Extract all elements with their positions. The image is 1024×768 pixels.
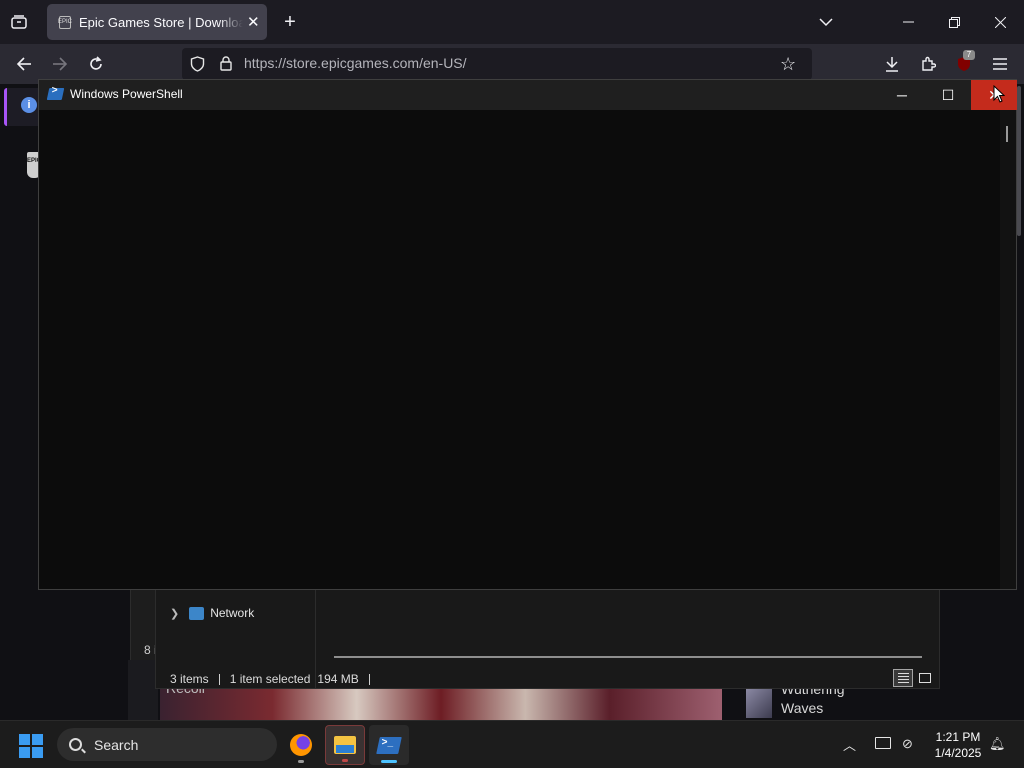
start-windows-icon[interactable] [19,734,43,758]
show-hidden-icons-chevron-icon[interactable]: ︿ [843,735,856,754]
notification-bell-icon[interactable]: 🔔︎ [989,736,1006,751]
scrollbar-thumb[interactable] [1006,126,1008,142]
network-status-icon[interactable]: ⊘ [902,736,918,752]
info-icon: i [21,97,37,113]
extensions-puzzle-icon[interactable] [918,54,938,74]
status-selected: 1 item selected [229,672,311,686]
tab-epic-games-store[interactable]: EPIC Epic Games Store | Download & Play … [47,4,267,40]
tab-title: Epic Games Store | Download & Play PC Ga… [79,14,243,30]
console-area[interactable] [39,110,1016,589]
browser-navigation-bar: https://store.epicgames.com/en-US/ ☆ [0,44,1024,84]
app-menu-hamburger-icon[interactable] [990,54,1010,74]
epic-favicon-icon: EPIC [58,15,72,29]
forward-arrow-icon[interactable] [50,54,70,74]
running-indicator [298,760,304,763]
powershell-taskbar-icon [376,736,402,754]
status-separator [368,673,370,685]
active-indicator [381,760,397,763]
list-all-tabs-chevron-icon[interactable] [816,12,836,32]
taskbar-firefox[interactable] [281,725,321,765]
large-icons-view-icon[interactable] [916,669,934,687]
shield-icon[interactable] [190,56,205,77]
window-minimize-button[interactable] [898,12,918,32]
reload-icon[interactable] [86,54,106,74]
window-title: Windows PowerShell [70,87,183,101]
address-bar[interactable]: https://store.epicgames.com/en-US/ ☆ [182,48,812,80]
taskbar-file-explorer[interactable] [325,725,365,765]
page-scrollbar[interactable] [1017,86,1021,236]
network-icon [189,606,205,620]
lock-icon[interactable] [220,56,232,76]
status-item-count: 3 items [170,672,209,686]
taskbar-powershell[interactable] [369,725,409,765]
window-restore-button[interactable] [944,12,964,32]
tab-list-icon[interactable] [8,12,30,32]
url-text[interactable]: https://store.epicgames.com/en-US/ [244,55,467,71]
details-view-icon[interactable] [893,669,913,687]
clock-time: 1:21 PM [935,730,981,744]
new-tab-button[interactable]: + [280,11,300,33]
explorer-status-bar: 3 items 1 item selected 194 MB [156,668,939,690]
console-scrollbar[interactable] [1000,110,1016,589]
browser-tab-strip: EPIC Epic Games Store | Download & Play … [0,0,1024,44]
powershell-window[interactable]: Windows PowerShell ─ ☐ ✕ [38,79,1017,590]
game-tile-art[interactable] [160,686,722,720]
running-indicator [342,759,348,762]
window-close-button[interactable] [990,12,1010,32]
game-tile-partial[interactable] [128,660,158,720]
ublock-count-badge: 7 [963,50,975,60]
downloads-icon[interactable] [882,54,902,74]
status-separator [218,673,220,685]
wuthering-waves-thumbnail[interactable] [746,688,772,718]
nav-item-network[interactable]: ❯ Network [170,606,254,620]
back-arrow-icon[interactable] [14,54,34,74]
chevron-right-icon[interactable]: ❯ [170,607,179,620]
maximize-button[interactable]: ☐ [925,80,971,110]
clock-date: 1/4/2025 [934,746,982,760]
powershell-icon[interactable] [46,88,65,100]
file-explorer-window: ❯ Network 3 items 1 item selected 194 MB [155,589,940,689]
search-icon [69,738,82,751]
taskbar-search-box[interactable]: Search [57,728,277,761]
explorer-horizontal-scrollbar[interactable] [334,656,922,658]
status-size: 194 MB [317,672,359,686]
tab-close-icon[interactable]: ✕ [247,13,260,31]
mouse-pointer-icon [993,85,1005,103]
firefox-icon [290,734,312,756]
system-clock[interactable]: 1:21 PM 1/4/2025 [928,729,988,761]
display-icon[interactable] [875,737,891,749]
minimize-button[interactable]: ─ [879,80,925,110]
nav-item-network-label: Network [210,606,255,620]
search-placeholder: Search [94,736,139,753]
file-explorer-icon [334,736,356,754]
bookmark-star-icon[interactable]: ☆ [780,54,796,75]
powershell-title-bar[interactable]: Windows PowerShell ─ ☐ ✕ [39,80,1017,110]
windows-taskbar: Search ︿ ⊘ 1:21 PM 1/4/2025 🔔︎ [0,720,1024,768]
